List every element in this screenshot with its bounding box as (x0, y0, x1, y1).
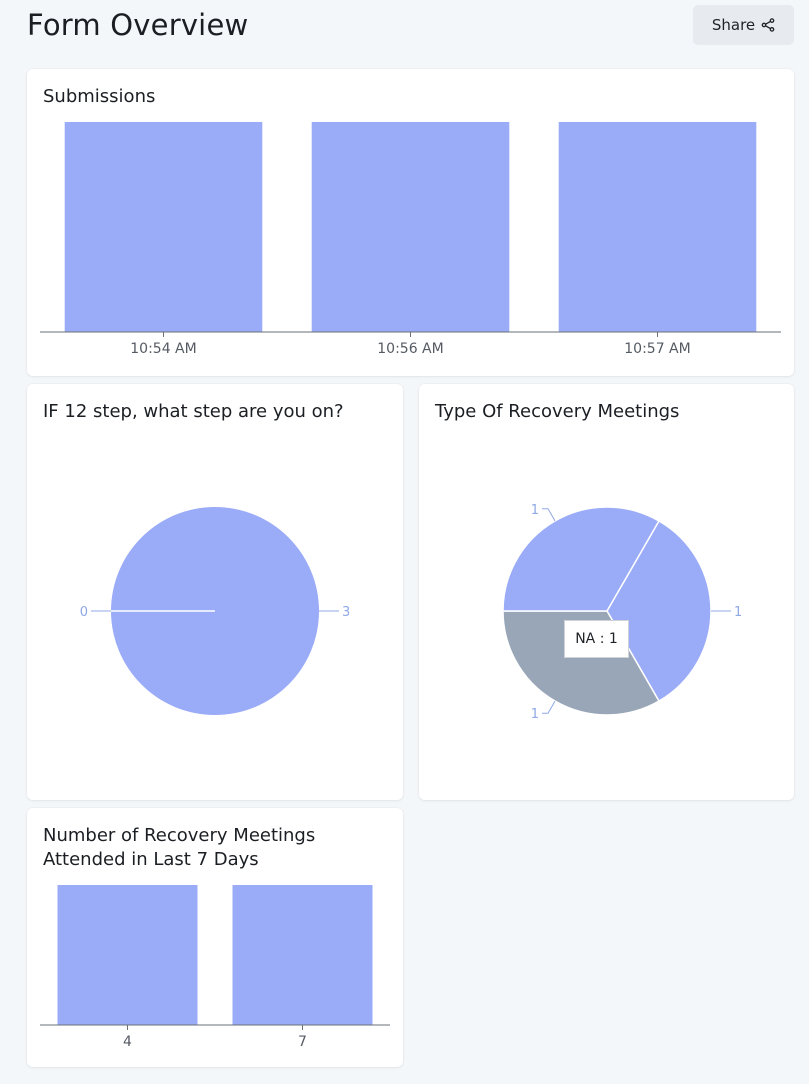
meeting-type-card: Type Of Recovery Meetings 111 NA : 1 (419, 384, 794, 800)
share-icon (761, 18, 775, 32)
bar-1[interactable] (311, 122, 510, 332)
page-title: Form Overview (27, 8, 249, 42)
submissions-card: Submissions 10:54 AM 10:56 AM 10:57 AM (27, 69, 794, 376)
pie-label-2: 1 (531, 503, 539, 518)
meetings-attended-card: Number of Recovery Meetings Attended in … (27, 808, 403, 1067)
x-tick-label-1: 7 (298, 1034, 307, 1050)
meeting-type-pie-chart: 1 1 1 (502, 503, 742, 722)
form-overview-page: Form Overview Share Submissions 10:54 AM… (0, 0, 809, 1084)
step-card: IF 12 step, what step are you on? 30 (27, 384, 403, 800)
bar-0[interactable] (64, 122, 263, 332)
bar-1[interactable] (232, 885, 373, 1025)
meetings-attended-chart: 47 (40, 885, 390, 1050)
submissions-chart: 10:54 AM 10:56 AM 10:57 AM (40, 122, 781, 357)
bar-0[interactable] (57, 885, 198, 1025)
x-tick-label-2: 10:57 AM (624, 341, 690, 357)
pie-label-0: 1 (734, 605, 742, 620)
pie-leader-2 (542, 508, 556, 522)
pie-label-0: 3 (342, 605, 350, 620)
pie-tooltip: NA : 1 (564, 620, 629, 658)
step-pie-chart: 30 (80, 507, 350, 715)
pie-label-1: 1 (531, 707, 539, 722)
x-tick-label-0: 10:54 AM (130, 341, 196, 357)
share-button-label: Share (711, 16, 756, 34)
pie-leader-1 (542, 700, 556, 714)
x-tick-label-0: 4 (123, 1034, 132, 1050)
share-button[interactable]: Share (693, 5, 794, 45)
pie-label-1: 0 (80, 605, 88, 620)
bar-2[interactable] (558, 122, 757, 332)
x-tick-label-1: 10:56 AM (377, 341, 443, 357)
